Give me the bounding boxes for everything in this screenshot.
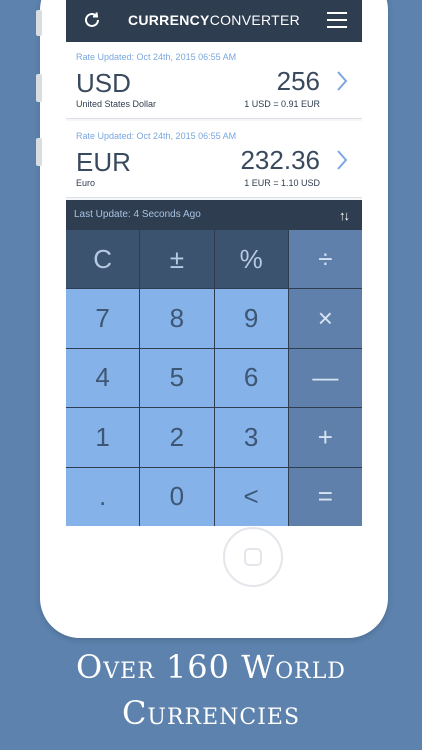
- minus-key[interactable]: —: [288, 348, 362, 408]
- last-update-text: Last Update: 4 Seconds Ago: [74, 209, 201, 220]
- key-0[interactable]: 0: [140, 467, 214, 526]
- key-7[interactable]: 7: [66, 289, 140, 348]
- exchange-rate: 1 EUR = 1.10 USD: [244, 178, 320, 188]
- menu-icon[interactable]: [327, 12, 347, 28]
- clear-key[interactable]: C: [66, 230, 140, 289]
- exchange-rate: 1 USD = 0.91 EUR: [244, 99, 320, 109]
- key-3[interactable]: 3: [214, 408, 288, 467]
- keypad: C ± % ÷ 7 8 9 × 4 5 6 — 1 2 3 + . 0 < =: [66, 230, 362, 526]
- home-button-icon: [244, 548, 262, 566]
- plusminus-key[interactable]: ±: [140, 230, 214, 289]
- key-6[interactable]: 6: [214, 348, 288, 408]
- key-8[interactable]: 8: [140, 289, 214, 348]
- percent-key[interactable]: %: [214, 230, 288, 289]
- caption-line-1: Over 160 World: [76, 648, 346, 686]
- currency-code: USD: [76, 68, 131, 98]
- currency-amount: 256: [276, 66, 320, 96]
- currency-card-to[interactable]: Rate Updated: Oct 24th, 2015 06:55 AM EU…: [66, 121, 362, 198]
- status-bar: Last Update: 4 Seconds Ago ↑↓: [66, 200, 362, 230]
- key-1[interactable]: 1: [66, 408, 140, 467]
- chevron-right-icon[interactable]: [336, 149, 348, 171]
- currency-card-from[interactable]: Rate Updated: Oct 24th, 2015 06:55 AM US…: [66, 42, 362, 119]
- key-4[interactable]: 4: [66, 348, 140, 408]
- divide-key[interactable]: ÷: [288, 230, 362, 289]
- app-screen: CURRENCYCONVERTER Rate Updated: Oct 24th…: [66, 0, 362, 526]
- title-light: CONVERTER: [209, 12, 301, 28]
- key-2[interactable]: 2: [140, 408, 214, 467]
- key-9[interactable]: 9: [214, 289, 288, 348]
- currency-name: Euro: [76, 178, 96, 188]
- chevron-right-icon[interactable]: [336, 70, 348, 92]
- equals-key[interactable]: =: [288, 467, 362, 526]
- caption-line-2: Currencies: [121, 694, 301, 732]
- top-bar: CURRENCYCONVERTER: [66, 0, 362, 42]
- volume-down-button: [36, 138, 42, 166]
- title-bold: CURRENCY: [127, 12, 210, 28]
- currency-amount: 232.36: [240, 145, 320, 175]
- swap-icon[interactable]: ↑↓: [339, 208, 350, 223]
- backspace-key[interactable]: <: [214, 467, 288, 526]
- side-button: [36, 10, 42, 36]
- home-button[interactable]: [223, 527, 283, 587]
- plus-key[interactable]: +: [288, 408, 362, 467]
- volume-up-button: [36, 74, 42, 102]
- currency-name: United States Dollar: [76, 99, 157, 109]
- key-5[interactable]: 5: [140, 348, 214, 408]
- multiply-key[interactable]: ×: [288, 289, 362, 348]
- app-title: CURRENCYCONVERTER: [66, 12, 362, 28]
- rate-updated: Rate Updated: Oct 24th, 2015 06:55 AM: [76, 131, 237, 141]
- currency-code: EUR: [76, 147, 131, 177]
- decimal-key[interactable]: .: [66, 467, 140, 526]
- rate-updated: Rate Updated: Oct 24th, 2015 06:55 AM: [76, 52, 237, 62]
